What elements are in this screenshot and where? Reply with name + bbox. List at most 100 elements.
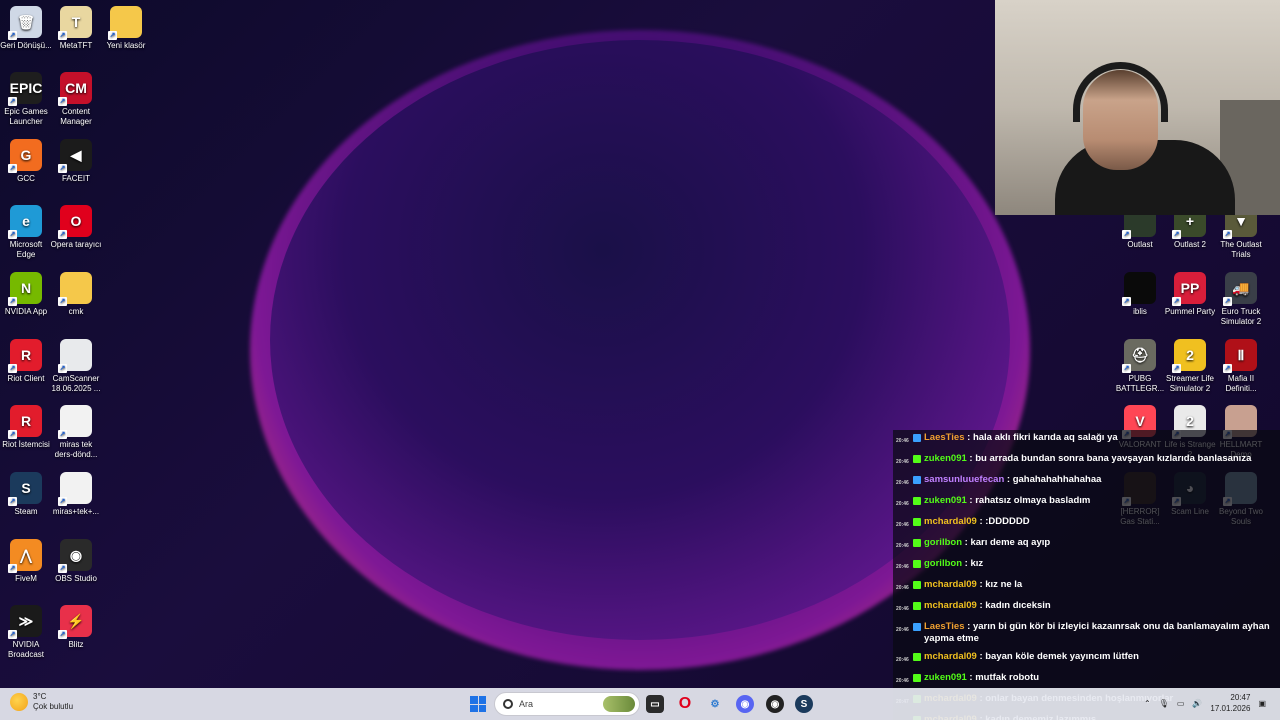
chat-username: gorilbon <box>924 558 962 569</box>
search-highlight-image <box>603 696 635 712</box>
chat-overlay: 20:46 LaesTies : hala aklı fikri karıda a… <box>893 430 1280 720</box>
shortcut-arrow-icon: ↗ <box>8 297 17 306</box>
desktop-shortcut[interactable]: ⛑ ↗ PUBG BATTLEGR... <box>1114 339 1166 394</box>
notification-icon[interactable]: ▣ <box>1258 699 1266 708</box>
desktop-shortcut-label: CamScanner 18.06.2025 ... <box>51 374 101 393</box>
mafia2-icon: Ⅱ ↗ <box>1223 339 1257 373</box>
microphone-icon[interactable]: 🎙 <box>1159 699 1169 708</box>
desktop-shortcut-label: FACEIT <box>61 174 90 183</box>
desktop-shortcut-label: Streamer Life Simulator 2 <box>1165 374 1215 393</box>
volume-icon[interactable]: 🔊 <box>1192 699 1202 708</box>
desktop-shortcut[interactable]: R ↗ Riot İstemcisi <box>0 405 52 450</box>
network-icon[interactable]: ▭ <box>1177 699 1185 708</box>
shortcut-arrow-icon: ↗ <box>58 297 67 306</box>
windows-logo-pane <box>478 704 486 712</box>
chat-message: 20:46 zuken091 : mutfak robotu <box>896 672 1277 687</box>
desktop-shortcut[interactable]: PP ↗ Pummel Party <box>1164 272 1216 317</box>
chat-timestamp: 20:46 <box>896 480 909 486</box>
desktop-shortcut[interactable]: Ⅱ ↗ Mafia II Definiti... <box>1215 339 1267 394</box>
chat-badge-icon <box>913 674 921 682</box>
webcam-overlay <box>995 0 1280 215</box>
windows-logo-pane <box>470 704 478 712</box>
chat-text: : kız ne la <box>979 579 1023 590</box>
desktop-shortcut[interactable]: ↗ miras tek ders-dönd... <box>50 405 102 460</box>
desktop-shortcut[interactable]: CM ↗ Content Manager <box>50 72 102 127</box>
riot-client-icon: R ↗ <box>8 405 42 439</box>
shortcut-arrow-icon: ↗ <box>58 430 67 439</box>
desktop-shortcut-label: Outlast <box>1127 240 1153 249</box>
clock[interactable]: 20:47 17.01.2026 <box>1210 692 1250 714</box>
chat-username: mchardal09 <box>924 600 977 611</box>
taskbar-search[interactable]: Ara <box>494 692 640 716</box>
chat-timestamp: 20:46 <box>896 438 909 444</box>
opera-taskbar-icon[interactable]: O <box>676 695 694 713</box>
desktop-shortcut[interactable]: ⋀ ↗ FiveM <box>0 539 52 584</box>
desktop-shortcut[interactable]: ⚡ ↗ Blitz <box>50 605 102 650</box>
weather-widget[interactable]: 3°C Çok bulutlu <box>10 692 73 712</box>
desktop-shortcut[interactable]: ↗ cmk <box>50 272 102 317</box>
shortcut-arrow-icon: ↗ <box>8 364 17 373</box>
desktop-shortcut[interactable]: 2 ↗ Streamer Life Simulator 2 <box>1164 339 1216 394</box>
desktop-shortcut-label: OBS Studio <box>55 574 97 583</box>
chat-username: mchardal09 <box>924 516 977 527</box>
chat-text: : kız <box>964 558 984 569</box>
headset-icon <box>1073 62 1168 122</box>
desktop-shortcut[interactable]: T ↗ MetaTFT <box>50 6 102 51</box>
chevron-up-icon[interactable]: ⌃ <box>1144 699 1151 708</box>
chat-message: 20:46 gorilbon : karı deme aq ayıp <box>896 537 1277 552</box>
desktop-shortcut[interactable]: ≫ ↗ NVIDIA Broadcast <box>0 605 52 660</box>
desktop-shortcut[interactable]: EPIC ↗ Epic Games Launcher <box>0 72 52 127</box>
chat-badge-icon <box>913 518 921 526</box>
obs-icon: ◉ ↗ <box>58 539 92 573</box>
start-button[interactable] <box>470 696 486 712</box>
desktop-shortcut-label: Mafia II Definiti... <box>1225 374 1257 393</box>
desktop-shortcut[interactable]: G ↗ GCC <box>0 139 52 184</box>
settings-taskbar-icon[interactable]: ⚙ <box>706 695 724 713</box>
desktop-shortcut[interactable]: e ↗ Microsoft Edge <box>0 205 52 260</box>
desktop-shortcut[interactable]: ↗ miras+tek+... <box>50 472 102 517</box>
shortcut-arrow-icon: ↗ <box>58 31 67 40</box>
desktop-shortcut[interactable]: S ↗ Steam <box>0 472 52 517</box>
weather-temp: 3°C <box>33 692 47 701</box>
pummel-party-icon: PP ↗ <box>1172 272 1206 306</box>
desktop-shortcut-label: Opera tarayıcı <box>50 240 102 249</box>
folder-icon: ↗ <box>108 6 142 40</box>
desktop-shortcut[interactable]: ◀ ↗ FACEIT <box>50 139 102 184</box>
desktop-shortcut-label: Epic Games Launcher <box>4 107 48 126</box>
gcc-icon: G ↗ <box>8 139 42 173</box>
desktop-shortcut[interactable]: ↗ iblis <box>1114 272 1166 317</box>
faceit-icon: ◀ ↗ <box>58 139 92 173</box>
shortcut-arrow-icon: ↗ <box>8 630 17 639</box>
nvidia-app-icon: N ↗ <box>8 272 42 306</box>
file-explorer-taskbar-icon[interactable]: ▭ <box>646 695 664 713</box>
recycle-bin-icon: 🗑 ↗ <box>8 6 42 40</box>
desktop-shortcut[interactable]: 🚚 ↗ Euro Truck Simulator 2 <box>1215 272 1267 327</box>
shortcut-arrow-icon: ↗ <box>58 164 67 173</box>
desktop-shortcut[interactable]: R ↗ Riot Client <box>0 339 52 384</box>
desktop-shortcut[interactable]: ↗ CamScanner 18.06.2025 ... <box>50 339 102 394</box>
desktop-shortcut[interactable]: 🗑 ↗ Geri Dönüşü... <box>0 6 52 51</box>
steam-taskbar-icon[interactable]: S <box>795 695 813 713</box>
desktop-shortcut[interactable]: ◉ ↗ OBS Studio <box>50 539 102 584</box>
chat-username: zuken091 <box>924 495 967 506</box>
chat-message: 20:46 LaesTies : hala aklı fikri karıda a… <box>896 432 1277 447</box>
discord-taskbar-icon[interactable]: ◉ <box>736 695 754 713</box>
obs-taskbar-icon[interactable]: ◉ <box>766 695 784 713</box>
desktop-shortcut[interactable]: ↗ Yeni klasör <box>100 6 152 51</box>
desktop-shortcut-label: Steam <box>14 507 38 516</box>
desktop-shortcut-label: The Outlast Trials <box>1220 240 1262 259</box>
chat-timestamp: 20:46 <box>896 627 909 633</box>
blitz-icon: ⚡ ↗ <box>58 605 92 639</box>
chat-text: : rahatsız olmaya basladım <box>969 495 1091 506</box>
chat-username: zuken091 <box>924 672 967 683</box>
chat-username: mchardal09 <box>924 651 977 662</box>
desktop-shortcut-label: NVIDIA Broadcast <box>7 640 45 659</box>
chat-badge-icon <box>913 560 921 568</box>
desktop-shortcut[interactable]: N ↗ NVIDIA App <box>0 272 52 317</box>
desktop-shortcut-label: iblis <box>1133 307 1147 316</box>
clock-time: 20:47 <box>1230 693 1251 702</box>
chat-timestamp: 20:46 <box>896 606 909 612</box>
chat-badge-icon <box>913 581 921 589</box>
shortcut-arrow-icon: ↗ <box>8 564 17 573</box>
desktop-shortcut[interactable]: O ↗ Opera tarayıcı <box>50 205 102 250</box>
